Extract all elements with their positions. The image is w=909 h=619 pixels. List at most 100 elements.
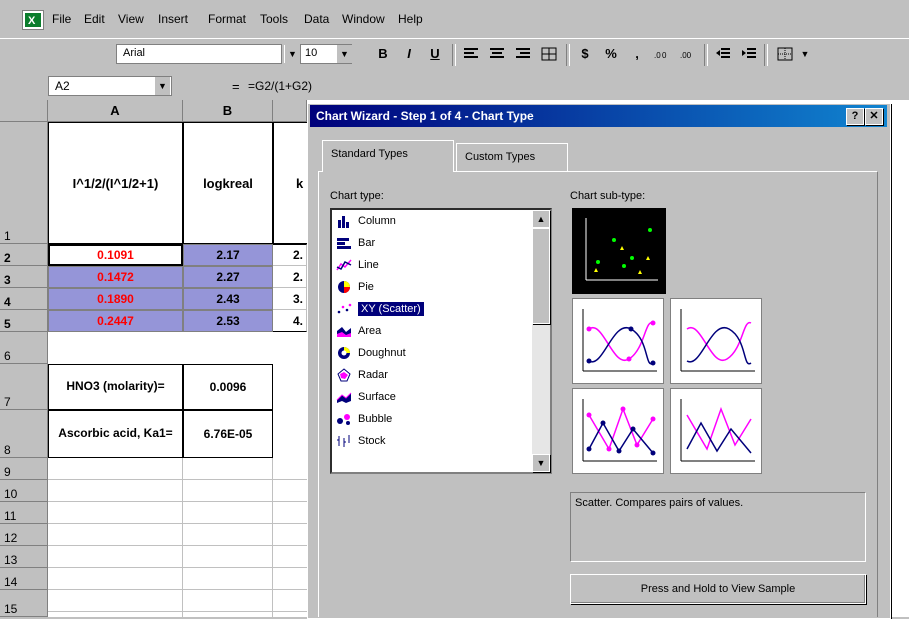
borders-dropdown-icon[interactable]: ▼: [794, 44, 816, 64]
menu-edit[interactable]: Edit: [84, 12, 105, 26]
excel-app-icon[interactable]: X: [22, 10, 44, 30]
cell-a4[interactable]: 0.1890: [48, 288, 183, 310]
row-header-12[interactable]: 12: [0, 524, 48, 546]
cell-a2[interactable]: 0.1091: [48, 244, 183, 266]
row-header-8[interactable]: 8: [0, 410, 48, 458]
row-header-9[interactable]: 9: [0, 458, 48, 480]
cell-c1[interactable]: k: [273, 122, 307, 244]
cell-c2[interactable]: 2.: [273, 244, 307, 266]
list-item-pie[interactable]: Pie: [334, 276, 530, 298]
row-header-7[interactable]: 7: [0, 364, 48, 410]
decrease-decimal-icon[interactable]: .00: [678, 44, 700, 64]
close-button[interactable]: ✕: [865, 108, 883, 125]
subtype-scatter-smooth-markers[interactable]: [572, 298, 664, 384]
name-box-dropdown-icon[interactable]: ▼: [154, 77, 170, 95]
dialog-titlebar[interactable]: Chart Wizard - Step 1 of 4 - Chart Type …: [310, 105, 887, 127]
row-header-2[interactable]: 2: [0, 244, 48, 266]
cell-a7[interactable]: HNO3 (molarity)=: [48, 364, 183, 410]
menu-file[interactable]: File: [52, 12, 71, 26]
bold-button[interactable]: B: [372, 44, 394, 64]
list-item-bubble[interactable]: Bubble: [334, 408, 530, 430]
list-item-stock[interactable]: Stock: [334, 430, 530, 452]
cell-a3[interactable]: 0.1472: [48, 266, 183, 288]
cell-b8[interactable]: 6.76E-05: [183, 410, 273, 458]
cell-c5[interactable]: 4.: [273, 310, 307, 332]
list-item-line[interactable]: Line: [334, 254, 530, 276]
row-header-14[interactable]: 14: [0, 568, 48, 590]
merge-center-icon[interactable]: [538, 44, 560, 64]
equals-sign[interactable]: =: [232, 79, 240, 94]
press-hold-view-sample-button[interactable]: Press and Hold to View Sample: [570, 574, 866, 604]
column-header-c[interactable]: [273, 100, 307, 122]
comma-button[interactable]: ,: [626, 44, 648, 64]
svg-text:.0: .0: [654, 51, 661, 60]
font-size-dropdown-icon[interactable]: ▼: [336, 45, 352, 63]
currency-button[interactable]: $: [574, 44, 596, 64]
underline-button[interactable]: U: [424, 44, 446, 64]
scroll-down-icon[interactable]: ▼: [532, 454, 550, 472]
align-right-icon[interactable]: [512, 44, 534, 64]
menu-window[interactable]: Window: [342, 12, 385, 26]
chart-type-list[interactable]: Column Bar Line Pie XY (Scatter) Area Do…: [330, 208, 552, 474]
row-header-1[interactable]: 1: [0, 122, 48, 244]
font-name-dropdown-icon[interactable]: ▼: [284, 45, 300, 63]
select-all-corner[interactable]: [0, 100, 48, 122]
row-header-13[interactable]: 13: [0, 546, 48, 568]
row-header-15[interactable]: 15: [0, 590, 48, 617]
cell-b2[interactable]: 2.17: [183, 244, 273, 266]
decrease-indent-icon[interactable]: [712, 44, 734, 64]
row-header-4[interactable]: 4: [0, 288, 48, 310]
column-header-a[interactable]: A: [48, 100, 183, 122]
menu-data[interactable]: Data: [304, 12, 329, 26]
tab-custom-types[interactable]: Custom Types: [456, 143, 568, 171]
help-button[interactable]: ?: [846, 108, 864, 125]
italic-button[interactable]: I: [398, 44, 420, 64]
cell-a5[interactable]: 0.2447: [48, 310, 183, 332]
menu-help[interactable]: Help: [398, 12, 423, 26]
cell-a8[interactable]: Ascorbic acid, Ka1=: [48, 410, 183, 458]
cell-b1[interactable]: logkreal: [183, 122, 273, 244]
tab-standard-types[interactable]: Standard Types: [322, 140, 454, 172]
subtype-scatter-lines[interactable]: [670, 388, 762, 474]
cell-b4[interactable]: 2.43: [183, 288, 273, 310]
list-item-xy-scatter[interactable]: XY (Scatter): [334, 298, 530, 320]
cell-c3[interactable]: 2.: [273, 266, 307, 288]
dialog-title: Chart Wizard - Step 1 of 4 - Chart Type: [316, 109, 534, 123]
subtype-scatter-markers[interactable]: [572, 208, 666, 294]
subtype-scatter-smooth-lines[interactable]: [670, 298, 762, 384]
menu-view[interactable]: View: [118, 12, 144, 26]
percent-button[interactable]: %: [600, 44, 622, 64]
empty-grid-rows[interactable]: [48, 458, 307, 617]
scroll-thumb[interactable]: [532, 228, 550, 324]
align-center-icon[interactable]: [486, 44, 508, 64]
cell-b5[interactable]: 2.53: [183, 310, 273, 332]
row-header-5[interactable]: 5: [0, 310, 48, 332]
menu-format[interactable]: Format: [208, 12, 246, 26]
row-header-3[interactable]: 3: [0, 266, 48, 288]
list-item-surface[interactable]: Surface: [334, 386, 530, 408]
list-item-doughnut[interactable]: Doughnut: [334, 342, 530, 364]
row-header-6[interactable]: 6: [0, 332, 48, 364]
increase-decimal-icon[interactable]: .0 0: [652, 44, 674, 64]
font-name-box[interactable]: Arial: [116, 44, 282, 64]
cell-b7[interactable]: 0.0096: [183, 364, 273, 410]
menu-insert[interactable]: Insert: [158, 12, 188, 26]
list-item-area[interactable]: Area: [334, 320, 530, 342]
list-item-radar[interactable]: Radar: [334, 364, 530, 386]
align-left-icon[interactable]: [460, 44, 482, 64]
row-header-11[interactable]: 11: [0, 502, 48, 524]
subtype-scatter-lines-markers[interactable]: [572, 388, 664, 474]
increase-indent-icon[interactable]: [738, 44, 760, 64]
borders-icon[interactable]: [774, 44, 796, 64]
list-item-column[interactable]: Column: [334, 210, 530, 232]
chart-type-scrollbar[interactable]: ▲ ▼: [532, 210, 550, 472]
cell-c4[interactable]: 3.: [273, 288, 307, 310]
formula-input[interactable]: =G2/(1+G2): [248, 79, 312, 93]
cell-b3[interactable]: 2.27: [183, 266, 273, 288]
menu-tools[interactable]: Tools: [260, 12, 288, 26]
column-header-b[interactable]: B: [183, 100, 273, 122]
row-header-10[interactable]: 10: [0, 480, 48, 502]
scroll-up-icon[interactable]: ▲: [532, 210, 550, 228]
list-item-bar[interactable]: Bar: [334, 232, 530, 254]
cell-a1[interactable]: I^1/2/(I^1/2+1): [48, 122, 183, 244]
